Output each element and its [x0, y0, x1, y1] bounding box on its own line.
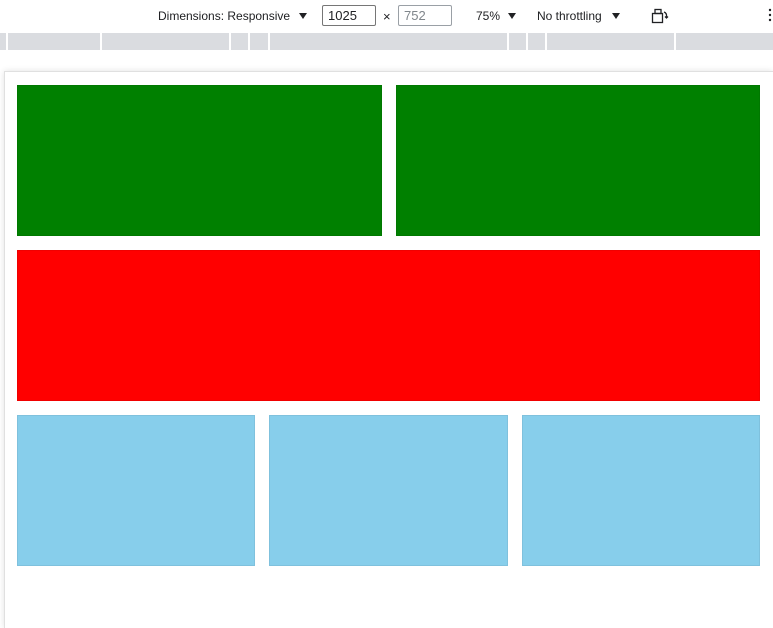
chevron-down-icon — [299, 13, 308, 19]
ruler-tick — [545, 33, 547, 50]
zoom-label: 75% — [476, 9, 501, 23]
dimensions-label: Dimensions: Responsive — [158, 9, 291, 23]
height-input[interactable] — [398, 5, 452, 26]
green-box-1 — [17, 85, 382, 236]
blue-box-2 — [269, 415, 508, 566]
ruler-tick — [6, 33, 8, 50]
red-box — [17, 250, 760, 401]
ruler-tick — [674, 33, 676, 50]
ruler-tick — [100, 33, 102, 50]
dimensions-dropdown[interactable]: Dimensions: Responsive — [158, 0, 308, 32]
device-toolbar: Dimensions: Responsive × 75% No throttli… — [0, 0, 773, 32]
blue-box-1 — [17, 415, 255, 566]
zoom-dropdown[interactable]: 75% — [476, 0, 517, 32]
more-options-icon[interactable] — [766, 6, 773, 24]
green-box-2 — [396, 85, 760, 236]
blue-box-3 — [522, 415, 760, 566]
times-symbol: × — [383, 8, 391, 24]
throttling-label: No throttling — [537, 9, 602, 23]
rotate-device-icon[interactable] — [651, 8, 669, 24]
ruler-tick — [268, 33, 270, 50]
ruler-tick — [248, 33, 250, 50]
ruler-tick — [526, 33, 528, 50]
chevron-down-icon — [508, 13, 517, 19]
ruler-tick — [229, 33, 231, 50]
width-input[interactable] — [322, 5, 376, 26]
throttling-dropdown[interactable]: No throttling — [537, 0, 620, 32]
device-viewport — [4, 71, 773, 628]
ruler-tick — [507, 33, 509, 50]
chevron-down-icon — [611, 13, 620, 19]
viewport-area — [0, 50, 773, 628]
media-query-ruler[interactable] — [0, 33, 773, 50]
